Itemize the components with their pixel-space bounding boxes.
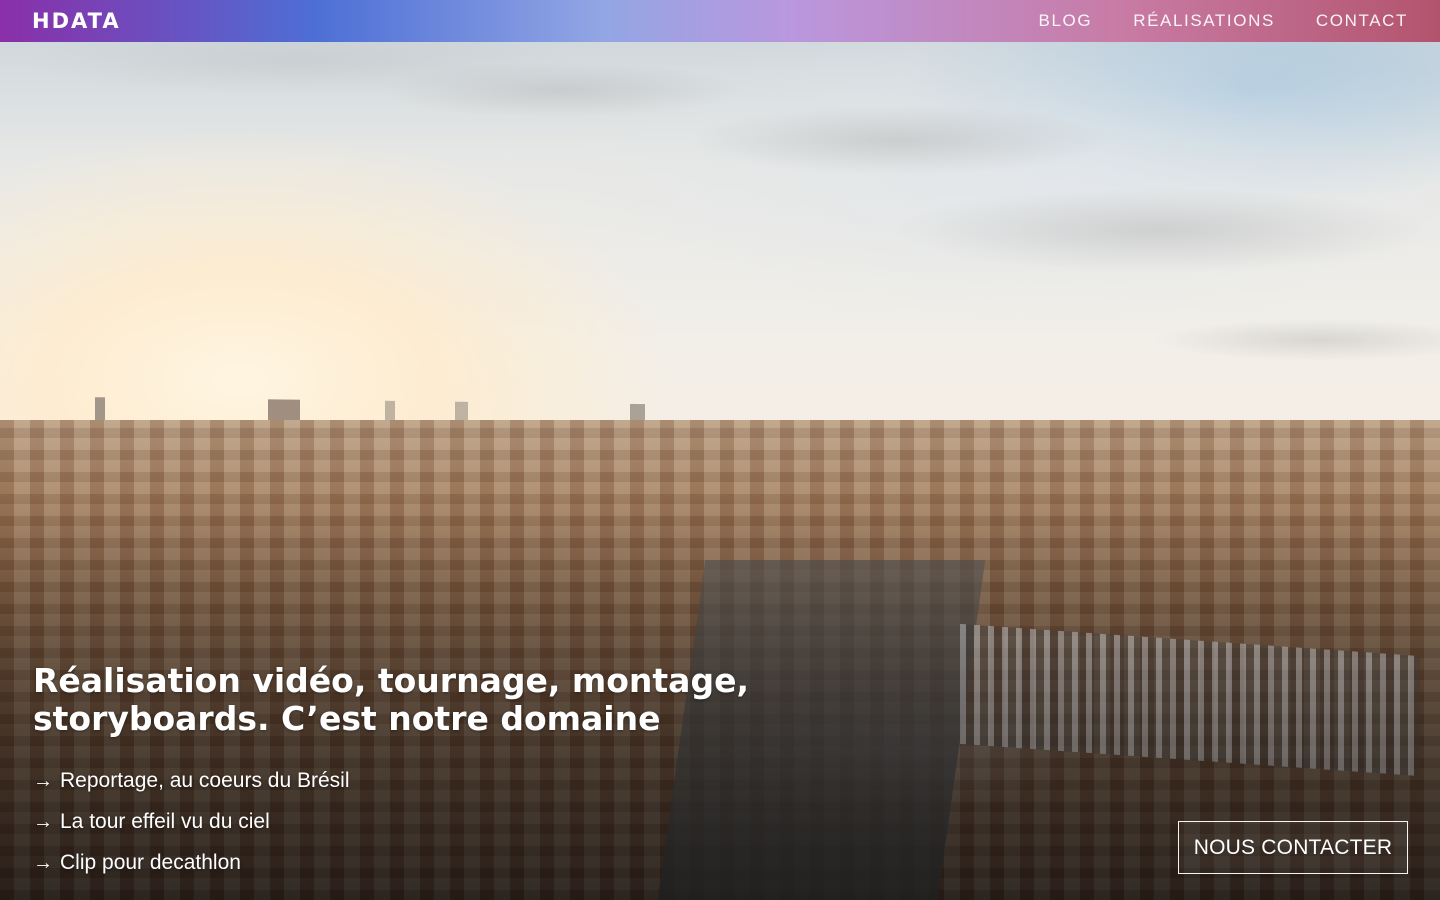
- contact-cta-button[interactable]: NOUS CONTACTER: [1178, 821, 1408, 874]
- project-link-decathlon[interactable]: → Clip pour decathlon: [33, 842, 350, 883]
- brand-logo[interactable]: HDATA: [32, 9, 121, 33]
- project-link-tour-effeil[interactable]: → La tour effeil vu du ciel: [33, 801, 350, 842]
- top-navbar: HDATA BLOG RÉALISATIONS CONTACT: [0, 0, 1440, 42]
- project-label: La tour effeil vu du ciel: [60, 809, 270, 833]
- nav-link-contact[interactable]: CONTACT: [1316, 11, 1408, 31]
- hero-title-line-2: storyboards. C’est notre domaine: [33, 699, 661, 738]
- project-link-bresil[interactable]: → Reportage, au coeurs du Brésil: [33, 760, 350, 801]
- nav-links: BLOG RÉALISATIONS CONTACT: [1039, 11, 1408, 31]
- project-list: → Reportage, au coeurs du Brésil → La to…: [33, 760, 350, 883]
- arrow-right-icon: →: [33, 810, 53, 833]
- hero-title: Réalisation vidéo, tournage, montage, st…: [33, 662, 793, 738]
- hero-title-line-1: Réalisation vidéo, tournage, montage,: [33, 661, 749, 700]
- nav-link-realisations[interactable]: RÉALISATIONS: [1133, 11, 1275, 31]
- project-label: Reportage, au coeurs du Brésil: [60, 768, 350, 792]
- arrow-right-icon: →: [33, 851, 53, 874]
- nav-link-blog[interactable]: BLOG: [1039, 11, 1093, 31]
- project-label: Clip pour decathlon: [60, 850, 241, 874]
- arrow-right-icon: →: [33, 769, 53, 792]
- hero-section: HDATA BLOG RÉALISATIONS CONTACT Réalisat…: [0, 0, 1440, 900]
